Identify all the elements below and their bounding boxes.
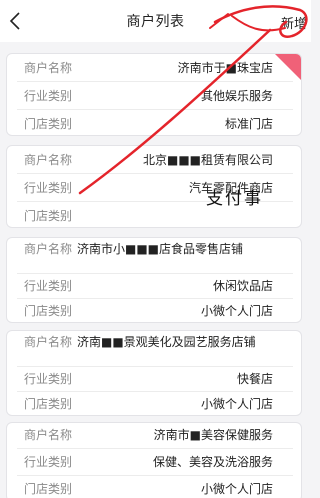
industry-value: 休闲饮品店 (212, 279, 273, 293)
industry-row: 行业类别 保健、美容及洗浴服务 (7, 449, 301, 476)
merchant-name-row: 商户名称 济南市■美容保健服务 (7, 423, 301, 449)
field-label: 行业类别 (24, 181, 73, 195)
industry-row: 行业类别 快餐店 (7, 367, 301, 392)
field-label: 门店类别 (24, 482, 73, 496)
field-label: 商户名称 (24, 428, 73, 442)
store-type-row: 门店类别 小微个人门店 (7, 476, 301, 498)
field-label: 商户名称 (24, 335, 73, 349)
merchant-name-value: 济南市小■■■店食品零售店铺 (77, 242, 244, 256)
field-label: 行业类别 (24, 455, 73, 469)
store-type-value: 小微个人门店 (200, 397, 273, 411)
merchant-card[interactable]: 商户名称 济南市■美容保健服务 行业类别 保健、美容及洗浴服务 门店类别 小微个… (6, 422, 302, 498)
industry-value: 保健、美容及洗浴服务 (152, 455, 273, 469)
merchant-card[interactable]: 商户名称 济南市于■珠宝店 行业类别 其他娱乐服务 门店类别 标准门店 (6, 53, 302, 136)
merchant-name-row: 商户名称 北京■■■租赁有限公司 (7, 146, 301, 174)
merchant-card[interactable]: 商户名称 济南■■景观美化及园艺服务店铺 行业类别 快餐店 门店类别 小微个人门… (6, 330, 302, 416)
store-type-value: 标准门店 (224, 117, 273, 131)
merchant-card[interactable]: 商户名称 济南市小■■■店食品零售店铺 行业类别 休闲饮品店 门店类别 小微个人… (6, 237, 302, 323)
store-type-row: 门店类别 小微个人门店 (7, 392, 301, 415)
back-button[interactable] (6, 10, 24, 32)
merchant-name-value: 北京■■■租赁有限公司 (142, 153, 273, 167)
merchant-name-row: 商户名称 济南市小■■■店食品零售店铺 (7, 238, 301, 274)
merchant-name-row: 商户名称 济南■■景观美化及园艺服务店铺 (7, 331, 301, 367)
store-type-value: 小微个人门店 (200, 482, 273, 496)
field-label: 商户名称 (24, 61, 73, 75)
field-label: 门店类别 (24, 304, 73, 318)
store-type-row: 门店类别 小微个人门店 (7, 299, 301, 322)
field-label: 门店类别 (24, 209, 73, 223)
field-label: 行业类别 (24, 279, 73, 293)
merchant-name-value: 济南市于■珠宝店 (178, 61, 273, 76)
industry-row: 行业类别 休闲饮品店 (7, 274, 301, 299)
add-button[interactable]: 新增 (281, 13, 307, 32)
field-label: 行业类别 (24, 89, 73, 103)
industry-value: 其他娱乐服务 (200, 89, 273, 103)
field-label: 门店类别 (24, 397, 73, 411)
field-label: 门店类别 (24, 117, 73, 131)
field-label: 行业类别 (24, 372, 73, 386)
merchant-name-value: 济南■■景观美化及园艺服务店铺 (77, 335, 256, 349)
chevron-left-icon (9, 12, 20, 30)
top-navigation-bar: 商户列表 新增 (0, 0, 311, 42)
page-title: 商户列表 (126, 14, 185, 30)
store-type-row: 门店类别 标准门店 (7, 110, 301, 135)
merchant-name-value: 济南市■美容保健服务 (153, 428, 273, 442)
field-label: 商户名称 (24, 242, 73, 256)
handwritten-annotation: 支付事 (206, 189, 263, 209)
industry-row: 行业类别 其他娱乐服务 (7, 82, 301, 110)
industry-value: 快餐店 (236, 372, 273, 386)
store-type-value: 小微个人门店 (200, 304, 273, 318)
merchant-name-row: 商户名称 济南市于■珠宝店 (7, 54, 301, 82)
merchant-name-text: 济南市于■珠宝店 (177, 61, 273, 75)
field-label: 商户名称 (24, 153, 73, 167)
